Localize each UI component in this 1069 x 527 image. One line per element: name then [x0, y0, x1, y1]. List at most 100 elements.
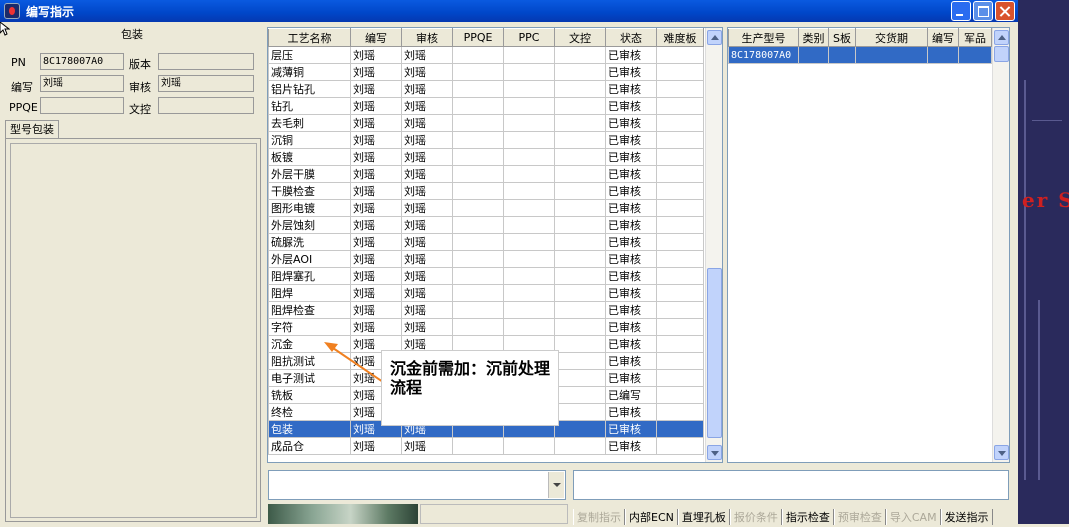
- table-row[interactable]: 铝片钻孔 刘瑶 刘瑶 已审核: [268, 80, 704, 98]
- version-field[interactable]: [158, 53, 254, 70]
- minimize-button[interactable]: [951, 1, 971, 21]
- table-cell: 已审核: [605, 437, 657, 455]
- scroll-up-icon[interactable]: [994, 30, 1009, 45]
- table-row[interactable]: 减薄铜 刘瑶 刘瑶 已审核: [268, 63, 704, 81]
- action-button[interactable]: 指示检查: [781, 509, 834, 525]
- note-input[interactable]: [573, 470, 1009, 500]
- table-cell: 刘瑶: [401, 250, 453, 268]
- product-grid[interactable]: 生产型号 类别 S板 交货期 编写 军品 8C178007A0: [727, 27, 1010, 463]
- table-cell: 刘瑶: [350, 63, 402, 81]
- table-cell: 外层AOI: [268, 250, 351, 268]
- pn-field[interactable]: 8C178007A0: [40, 53, 124, 70]
- doc-control-field[interactable]: [158, 97, 254, 114]
- left-panel: 包装 PN 8C178007A0 版本 编写 刘瑶 审核 刘瑶 PPQE 文控 …: [3, 26, 261, 522]
- process-combo-box[interactable]: [268, 470, 566, 500]
- scroll-down-icon[interactable]: [707, 445, 722, 460]
- table-cell: [656, 46, 704, 64]
- table-row[interactable]: 沉铜 刘瑶 刘瑶 已审核: [268, 131, 704, 149]
- table-cell: 干膜检查: [268, 182, 351, 200]
- table-cell: 已审核: [605, 267, 657, 285]
- column-header[interactable]: 军品: [958, 28, 992, 47]
- table-row[interactable]: 阻焊检查 刘瑶 刘瑶 已审核: [268, 301, 704, 319]
- table-cell: 刘瑶: [401, 199, 453, 217]
- column-header[interactable]: 审核: [401, 28, 453, 47]
- scroll-thumb[interactable]: [994, 46, 1009, 62]
- table-cell: [503, 250, 555, 268]
- table-cell: [452, 199, 504, 217]
- reviewer-field[interactable]: 刘瑶: [158, 75, 254, 92]
- table-cell: [503, 284, 555, 302]
- table-cell: 板镀: [268, 148, 351, 166]
- tab-model-package[interactable]: 型号包装: [5, 120, 59, 139]
- chevron-down-icon[interactable]: [548, 472, 564, 498]
- table-cell: [554, 352, 606, 370]
- background-window: er S: [1018, 0, 1069, 524]
- table-row[interactable]: 板镀 刘瑶 刘瑶 已审核: [268, 148, 704, 166]
- table-cell: 铝片钻孔: [268, 80, 351, 98]
- action-buttons: 复制指示 内部ECN 直埋孔板 报价条件 指示检查 预审检查 导入CAM 发送指示: [573, 509, 993, 525]
- column-header[interactable]: 编写: [927, 28, 959, 47]
- action-button[interactable]: 预审检查: [833, 509, 886, 525]
- scroll-down-icon[interactable]: [994, 445, 1009, 460]
- table-cell: [452, 250, 504, 268]
- table-cell: [656, 403, 704, 421]
- column-header[interactable]: 文控: [554, 28, 606, 47]
- action-button[interactable]: 复制指示: [573, 509, 625, 525]
- table-cell: [554, 403, 606, 421]
- table-row[interactable]: 层压 刘瑶 刘瑶 已审核: [268, 46, 704, 64]
- process-grid-scrollbar[interactable]: [705, 28, 722, 462]
- table-row[interactable]: 8C178007A0: [728, 46, 992, 64]
- window-title: 编写指示: [26, 5, 75, 19]
- table-cell: 刘瑶: [350, 114, 402, 132]
- table-cell: [452, 165, 504, 183]
- table-cell: 已审核: [605, 182, 657, 200]
- table-cell: 刘瑶: [350, 437, 402, 455]
- table-cell: 刘瑶: [350, 267, 402, 285]
- table-row[interactable]: 硫脲洗 刘瑶 刘瑶 已审核: [268, 233, 704, 251]
- board-image: [268, 504, 418, 524]
- tab-content: [5, 138, 261, 522]
- column-header[interactable]: PPQE: [452, 28, 504, 47]
- scroll-thumb[interactable]: [707, 268, 722, 438]
- table-row[interactable]: 阻焊 刘瑶 刘瑶 已审核: [268, 284, 704, 302]
- table-row[interactable]: 阻焊塞孔 刘瑶 刘瑶 已审核: [268, 267, 704, 285]
- table-row[interactable]: 外层AOI 刘瑶 刘瑶 已审核: [268, 250, 704, 268]
- table-row[interactable]: 外层干膜 刘瑶 刘瑶 已审核: [268, 165, 704, 183]
- action-button[interactable]: 直埋孔板: [677, 509, 730, 525]
- table-cell: [656, 318, 704, 336]
- table-cell: 刘瑶: [350, 80, 402, 98]
- column-header[interactable]: PPC: [503, 28, 555, 47]
- ppqe-field[interactable]: [40, 97, 124, 114]
- table-cell: [656, 284, 704, 302]
- product-grid-scrollbar[interactable]: [992, 28, 1009, 462]
- column-header[interactable]: 交货期: [855, 28, 928, 47]
- table-cell: [554, 318, 606, 336]
- table-row[interactable]: 外层蚀刻 刘瑶 刘瑶 已审核: [268, 216, 704, 234]
- action-button[interactable]: 内部ECN: [625, 509, 678, 525]
- writer-field[interactable]: 刘瑶: [40, 75, 124, 92]
- column-header[interactable]: 类别: [798, 28, 829, 47]
- column-header[interactable]: 工艺名称: [268, 28, 351, 47]
- table-cell: 已审核: [605, 97, 657, 115]
- action-button[interactable]: 报价条件: [729, 509, 782, 525]
- maximize-button[interactable]: [973, 1, 993, 21]
- table-row[interactable]: 去毛刺 刘瑶 刘瑶 已审核: [268, 114, 704, 132]
- table-cell: 已审核: [605, 284, 657, 302]
- table-cell: 已审核: [605, 352, 657, 370]
- column-header[interactable]: 难度板: [656, 28, 704, 47]
- column-header[interactable]: 生产型号: [728, 28, 799, 47]
- column-header[interactable]: 状态: [605, 28, 657, 47]
- scroll-up-icon[interactable]: [707, 30, 722, 45]
- table-cell: 包装: [268, 420, 351, 438]
- column-header[interactable]: S板: [828, 28, 856, 47]
- table-row[interactable]: 图形电镀 刘瑶 刘瑶 已审核: [268, 199, 704, 217]
- action-button[interactable]: 导入CAM: [885, 509, 941, 525]
- table-row[interactable]: 干膜检查 刘瑶 刘瑶 已审核: [268, 182, 704, 200]
- table-row[interactable]: 钻孔 刘瑶 刘瑶 已审核: [268, 97, 704, 115]
- table-row[interactable]: 成品仓 刘瑶 刘瑶 已审核: [268, 437, 704, 455]
- close-button[interactable]: [995, 1, 1015, 21]
- table-cell: [452, 97, 504, 115]
- table-cell: [503, 318, 555, 336]
- action-button[interactable]: 发送指示: [940, 509, 993, 525]
- column-header[interactable]: 编写: [350, 28, 402, 47]
